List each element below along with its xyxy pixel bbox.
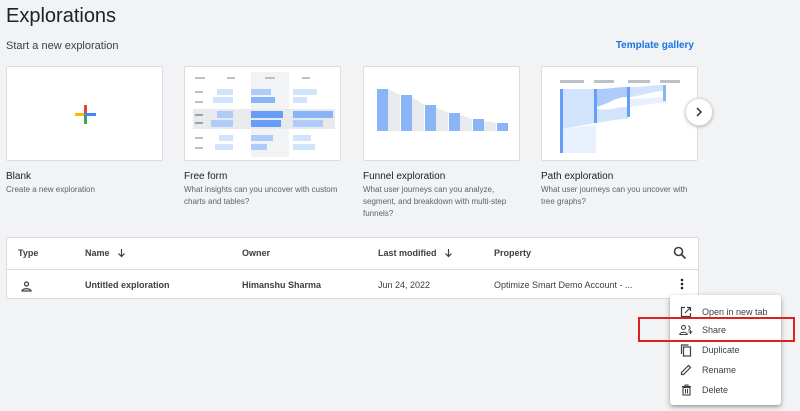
menu-item-duplicate[interactable]: Duplicate — [670, 340, 781, 360]
template-title-funnel: Funnel exploration — [363, 171, 446, 182]
header-name[interactable]: Name — [85, 248, 126, 258]
sort-arrow-down-icon — [117, 249, 125, 258]
row-last-modified: Jun 24, 2022 — [378, 280, 431, 290]
person-icon — [21, 281, 32, 292]
plus-icon — [75, 105, 96, 124]
menu-item-delete[interactable]: Delete — [670, 380, 781, 400]
start-exploration-label: Start a new exploration — [6, 40, 119, 52]
menu-item-label: Open in new tab — [702, 307, 768, 317]
template-title-free-form: Free form — [184, 171, 228, 182]
search-icon — [673, 246, 687, 260]
header-last-modified[interactable]: Last modified — [378, 248, 453, 258]
page-title: Explorations — [6, 5, 117, 27]
row-name[interactable]: Untitled exploration — [85, 280, 170, 290]
carousel-next-button[interactable] — [685, 98, 713, 126]
free-form-thumbnail — [193, 72, 335, 157]
path-thumbnail — [560, 80, 680, 153]
trash-icon — [679, 383, 693, 397]
row-context-menu: Open in new tab Share Duplicate Rename D… — [670, 295, 781, 405]
template-desc-blank: Create a new exploration — [6, 185, 95, 194]
header-property[interactable]: Property — [494, 248, 531, 258]
template-card-path[interactable] — [541, 66, 698, 161]
menu-item-label: Delete — [702, 385, 729, 395]
template-card-free-form[interactable] — [184, 66, 341, 161]
template-gallery-link[interactable]: Template gallery — [616, 40, 694, 51]
explorations-table: Type Name Owner Last modified Property U… — [6, 237, 699, 299]
header-owner[interactable]: Owner — [242, 248, 270, 258]
row-property: Optimize Smart Demo Account - ... — [494, 280, 633, 290]
template-title-blank: Blank — [6, 171, 32, 182]
menu-item-label: Duplicate — [702, 345, 740, 355]
header-type[interactable]: Type — [18, 248, 38, 258]
template-card-blank[interactable] — [6, 66, 163, 161]
row-more-button[interactable] — [677, 276, 687, 292]
funnel-thumbnail — [377, 89, 508, 131]
share-highlight-box — [638, 317, 795, 342]
template-title-path: Path exploration — [541, 171, 614, 182]
menu-item-rename[interactable]: Rename — [670, 360, 781, 380]
template-desc-path: What user journeys can you uncover with … — [541, 185, 688, 206]
table-search-button[interactable] — [673, 246, 687, 260]
template-desc-funnel: What user journeys can you analyze, segm… — [363, 185, 507, 218]
sort-arrow-down-icon — [444, 249, 452, 258]
template-card-funnel[interactable] — [363, 66, 520, 161]
more-vert-icon — [680, 278, 684, 290]
row-type-icon — [21, 279, 32, 297]
row-owner: Himanshu Sharma — [242, 280, 322, 290]
duplicate-icon — [679, 343, 693, 357]
chevron-right-icon — [696, 107, 703, 117]
pencil-icon — [679, 363, 693, 377]
template-desc-free-form: What insights can you uncover with custo… — [184, 185, 338, 206]
menu-item-label: Rename — [702, 365, 737, 375]
